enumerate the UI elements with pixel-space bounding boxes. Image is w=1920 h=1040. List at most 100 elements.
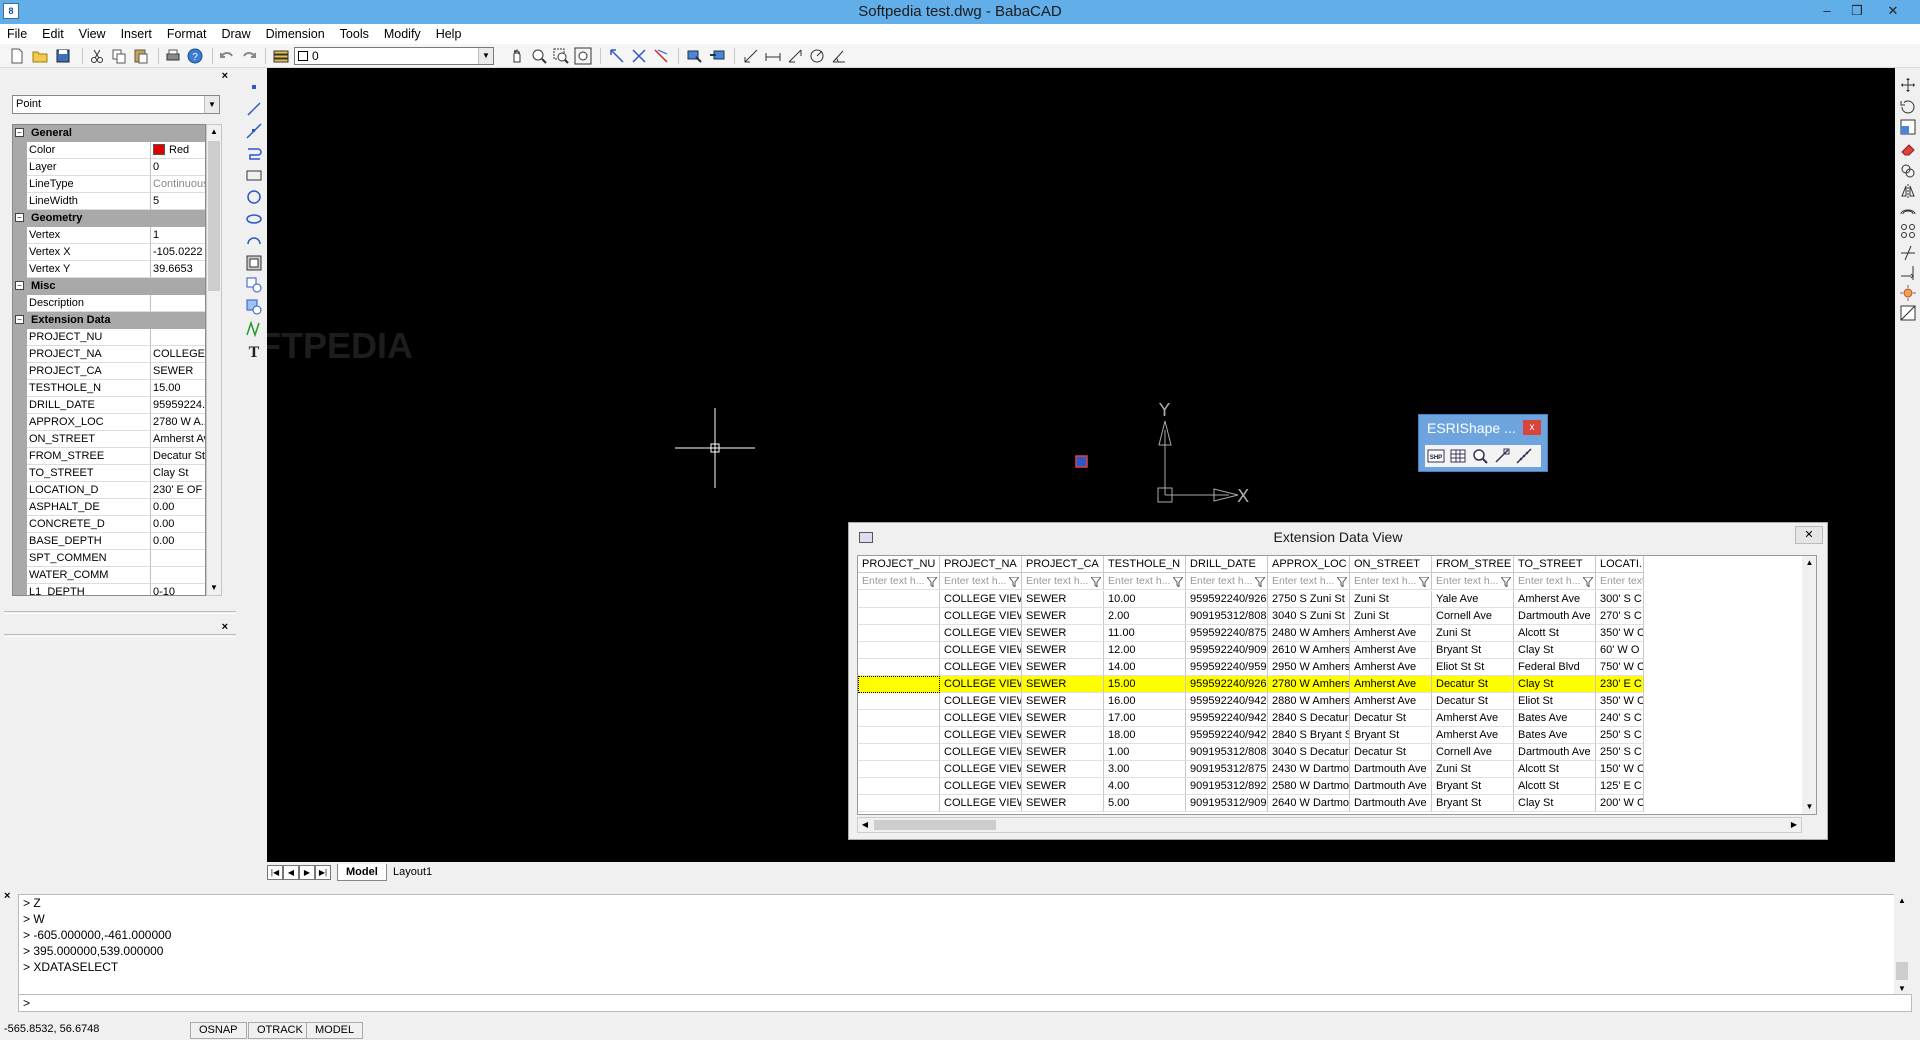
table-cell[interactable]: 750' W C bbox=[1596, 659, 1644, 676]
extend-icon[interactable] bbox=[1899, 264, 1917, 282]
table-cell[interactable] bbox=[858, 676, 940, 693]
property-row[interactable]: Vertex X -105.0222 bbox=[13, 244, 205, 261]
move-icon[interactable] bbox=[1899, 76, 1917, 94]
table-cell[interactable] bbox=[858, 608, 940, 625]
minimize-button[interactable]: – bbox=[1814, 2, 1840, 20]
fillet-icon[interactable] bbox=[1899, 304, 1917, 322]
tab-first-icon[interactable]: |◀ bbox=[267, 865, 283, 880]
table-cell[interactable]: Amherst Ave bbox=[1350, 642, 1432, 659]
pan-icon[interactable] bbox=[508, 47, 526, 65]
array-icon[interactable] bbox=[1899, 222, 1917, 240]
measure-icon[interactable] bbox=[1515, 447, 1533, 465]
filter-input[interactable]: Enter text h... bbox=[1350, 573, 1432, 590]
chevron-down-icon[interactable]: ▼ bbox=[478, 48, 493, 64]
table-cell[interactable]: 200' W C bbox=[1596, 795, 1644, 812]
collapse-icon[interactable]: − bbox=[15, 213, 24, 222]
property-value[interactable]: SEWER bbox=[151, 363, 205, 380]
table-cell[interactable]: 11.00 bbox=[1104, 625, 1186, 642]
table-cell[interactable]: 270' S C bbox=[1596, 608, 1644, 625]
table-cell[interactable]: 16.00 bbox=[1104, 693, 1186, 710]
close-window-button[interactable]: ✕ bbox=[1880, 2, 1906, 20]
spline-icon[interactable] bbox=[245, 320, 263, 338]
table-cell[interactable]: 4.00 bbox=[1104, 778, 1186, 795]
table-cell[interactable]: Amherst Ave bbox=[1350, 693, 1432, 710]
table-cell[interactable]: 909195312/808... bbox=[1186, 608, 1268, 625]
table-cell[interactable]: 250' S C bbox=[1596, 744, 1644, 761]
filter-icon[interactable] bbox=[1007, 576, 1021, 589]
table-cell[interactable]: Eliot St St bbox=[1432, 659, 1514, 676]
table-cell[interactable]: 2840 S Bryant St bbox=[1268, 727, 1350, 744]
table-cell[interactable]: 959592240/942... bbox=[1186, 693, 1268, 710]
selected-point-marker[interactable] bbox=[1075, 455, 1088, 468]
table-cell[interactable]: Amherst Ave bbox=[1350, 625, 1432, 642]
table-row[interactable]: COLLEGE VIEW ...SEWER14.00959592240/959.… bbox=[858, 659, 1816, 676]
ellipse-icon[interactable] bbox=[245, 210, 263, 228]
table-cell[interactable]: Dartmouth Ave bbox=[1350, 778, 1432, 795]
grid-vertical-scrollbar[interactable]: ▲ ▼ bbox=[1802, 556, 1816, 814]
model-toggle[interactable]: MODEL bbox=[306, 1022, 364, 1039]
table-cell[interactable]: Federal Blvd bbox=[1514, 659, 1596, 676]
table-cell[interactable]: COLLEGE VIEW ... bbox=[940, 659, 1022, 676]
scroll-up-icon[interactable]: ▲ bbox=[207, 125, 221, 139]
table-cell[interactable]: 959592240/926... bbox=[1186, 591, 1268, 608]
table-cell[interactable]: COLLEGE VIEW ... bbox=[940, 591, 1022, 608]
table-row[interactable]: COLLEGE VIEW ...SEWER15.00959592240/926.… bbox=[858, 676, 1816, 693]
layers-icon[interactable] bbox=[272, 47, 290, 65]
menu-file[interactable]: File bbox=[0, 24, 35, 44]
property-row[interactable]: PROJECT_CA SEWER bbox=[13, 363, 205, 380]
tab-next-icon[interactable]: ▶ bbox=[299, 865, 315, 880]
table-cell[interactable]: SEWER bbox=[1022, 795, 1104, 812]
table-cell[interactable] bbox=[858, 710, 940, 727]
table-cell[interactable]: Decatur St bbox=[1432, 693, 1514, 710]
table-cell[interactable]: 350' W C bbox=[1596, 693, 1644, 710]
property-value[interactable] bbox=[151, 329, 205, 346]
column-header[interactable]: PROJECT_NA bbox=[940, 556, 1022, 573]
table-cell[interactable]: Decatur St bbox=[1350, 710, 1432, 727]
entity-type-dropdown[interactable]: Point ▼ bbox=[12, 95, 220, 114]
insert-block-icon[interactable] bbox=[245, 276, 263, 294]
table-cell[interactable]: Bates Ave bbox=[1514, 710, 1596, 727]
property-section-header[interactable]: − Extension Data bbox=[13, 312, 205, 329]
property-row[interactable]: WATER_COMM bbox=[13, 567, 205, 584]
property-value[interactable]: 0-10 bbox=[151, 584, 205, 595]
property-value[interactable]: 95959224... bbox=[151, 397, 205, 414]
property-row[interactable]: LineType Continuous bbox=[13, 176, 205, 193]
column-header[interactable]: APPROX_LOC bbox=[1268, 556, 1350, 573]
table-cell[interactable] bbox=[858, 693, 940, 710]
erase-icon[interactable] bbox=[1899, 140, 1917, 158]
filter-icon[interactable] bbox=[925, 576, 939, 589]
table-cell[interactable]: Dartmouth Ave bbox=[1350, 761, 1432, 778]
table-cell[interactable]: SEWER bbox=[1022, 727, 1104, 744]
table-cell[interactable]: 250' S C bbox=[1596, 727, 1644, 744]
property-row[interactable]: LOCATION_D230' E OF ... bbox=[13, 482, 205, 499]
table-cell[interactable]: 959592240/909... bbox=[1186, 642, 1268, 659]
rotate-icon[interactable] bbox=[1899, 98, 1917, 116]
property-value[interactable]: 0 bbox=[151, 159, 205, 176]
cut-icon[interactable] bbox=[88, 47, 106, 65]
table-cell[interactable]: 909195312/875... bbox=[1186, 761, 1268, 778]
command-input[interactable]: > bbox=[18, 994, 1912, 1012]
arc-icon[interactable] bbox=[245, 232, 263, 250]
table-cell[interactable]: 2480 W Amhers... bbox=[1268, 625, 1350, 642]
dim-icon-4[interactable] bbox=[808, 47, 826, 65]
table-row[interactable]: COLLEGE VIEW ...SEWER17.00959592240/942.… bbox=[858, 710, 1816, 727]
filter-input[interactable]: Enter text h... bbox=[1596, 573, 1644, 590]
table-cell[interactable] bbox=[858, 591, 940, 608]
table-cell[interactable] bbox=[858, 625, 940, 642]
table-cell[interactable]: SEWER bbox=[1022, 676, 1104, 693]
table-row[interactable]: COLLEGE VIEW ...SEWER4.00909195312/892..… bbox=[858, 778, 1816, 795]
open-icon[interactable] bbox=[31, 47, 49, 65]
filter-icon[interactable] bbox=[1499, 576, 1513, 589]
dim-icon-3[interactable] bbox=[786, 47, 804, 65]
property-value[interactable]: 0.00 bbox=[151, 516, 205, 533]
table-cell[interactable]: SEWER bbox=[1022, 710, 1104, 727]
property-row[interactable]: L1_DEPTH 0-10 bbox=[13, 584, 205, 595]
table-cell[interactable]: 3040 S Zuni St bbox=[1268, 608, 1350, 625]
property-value[interactable]: 1 bbox=[151, 227, 205, 244]
property-value[interactable]: 230' E OF ... bbox=[151, 482, 205, 499]
table-cell[interactable]: Eliot St bbox=[1514, 693, 1596, 710]
filter-input[interactable]: Enter text h... bbox=[1022, 573, 1104, 590]
filter-icon[interactable] bbox=[1089, 576, 1103, 589]
tab-last-icon[interactable]: ▶| bbox=[315, 865, 331, 880]
menu-insert[interactable]: Insert bbox=[114, 24, 160, 44]
